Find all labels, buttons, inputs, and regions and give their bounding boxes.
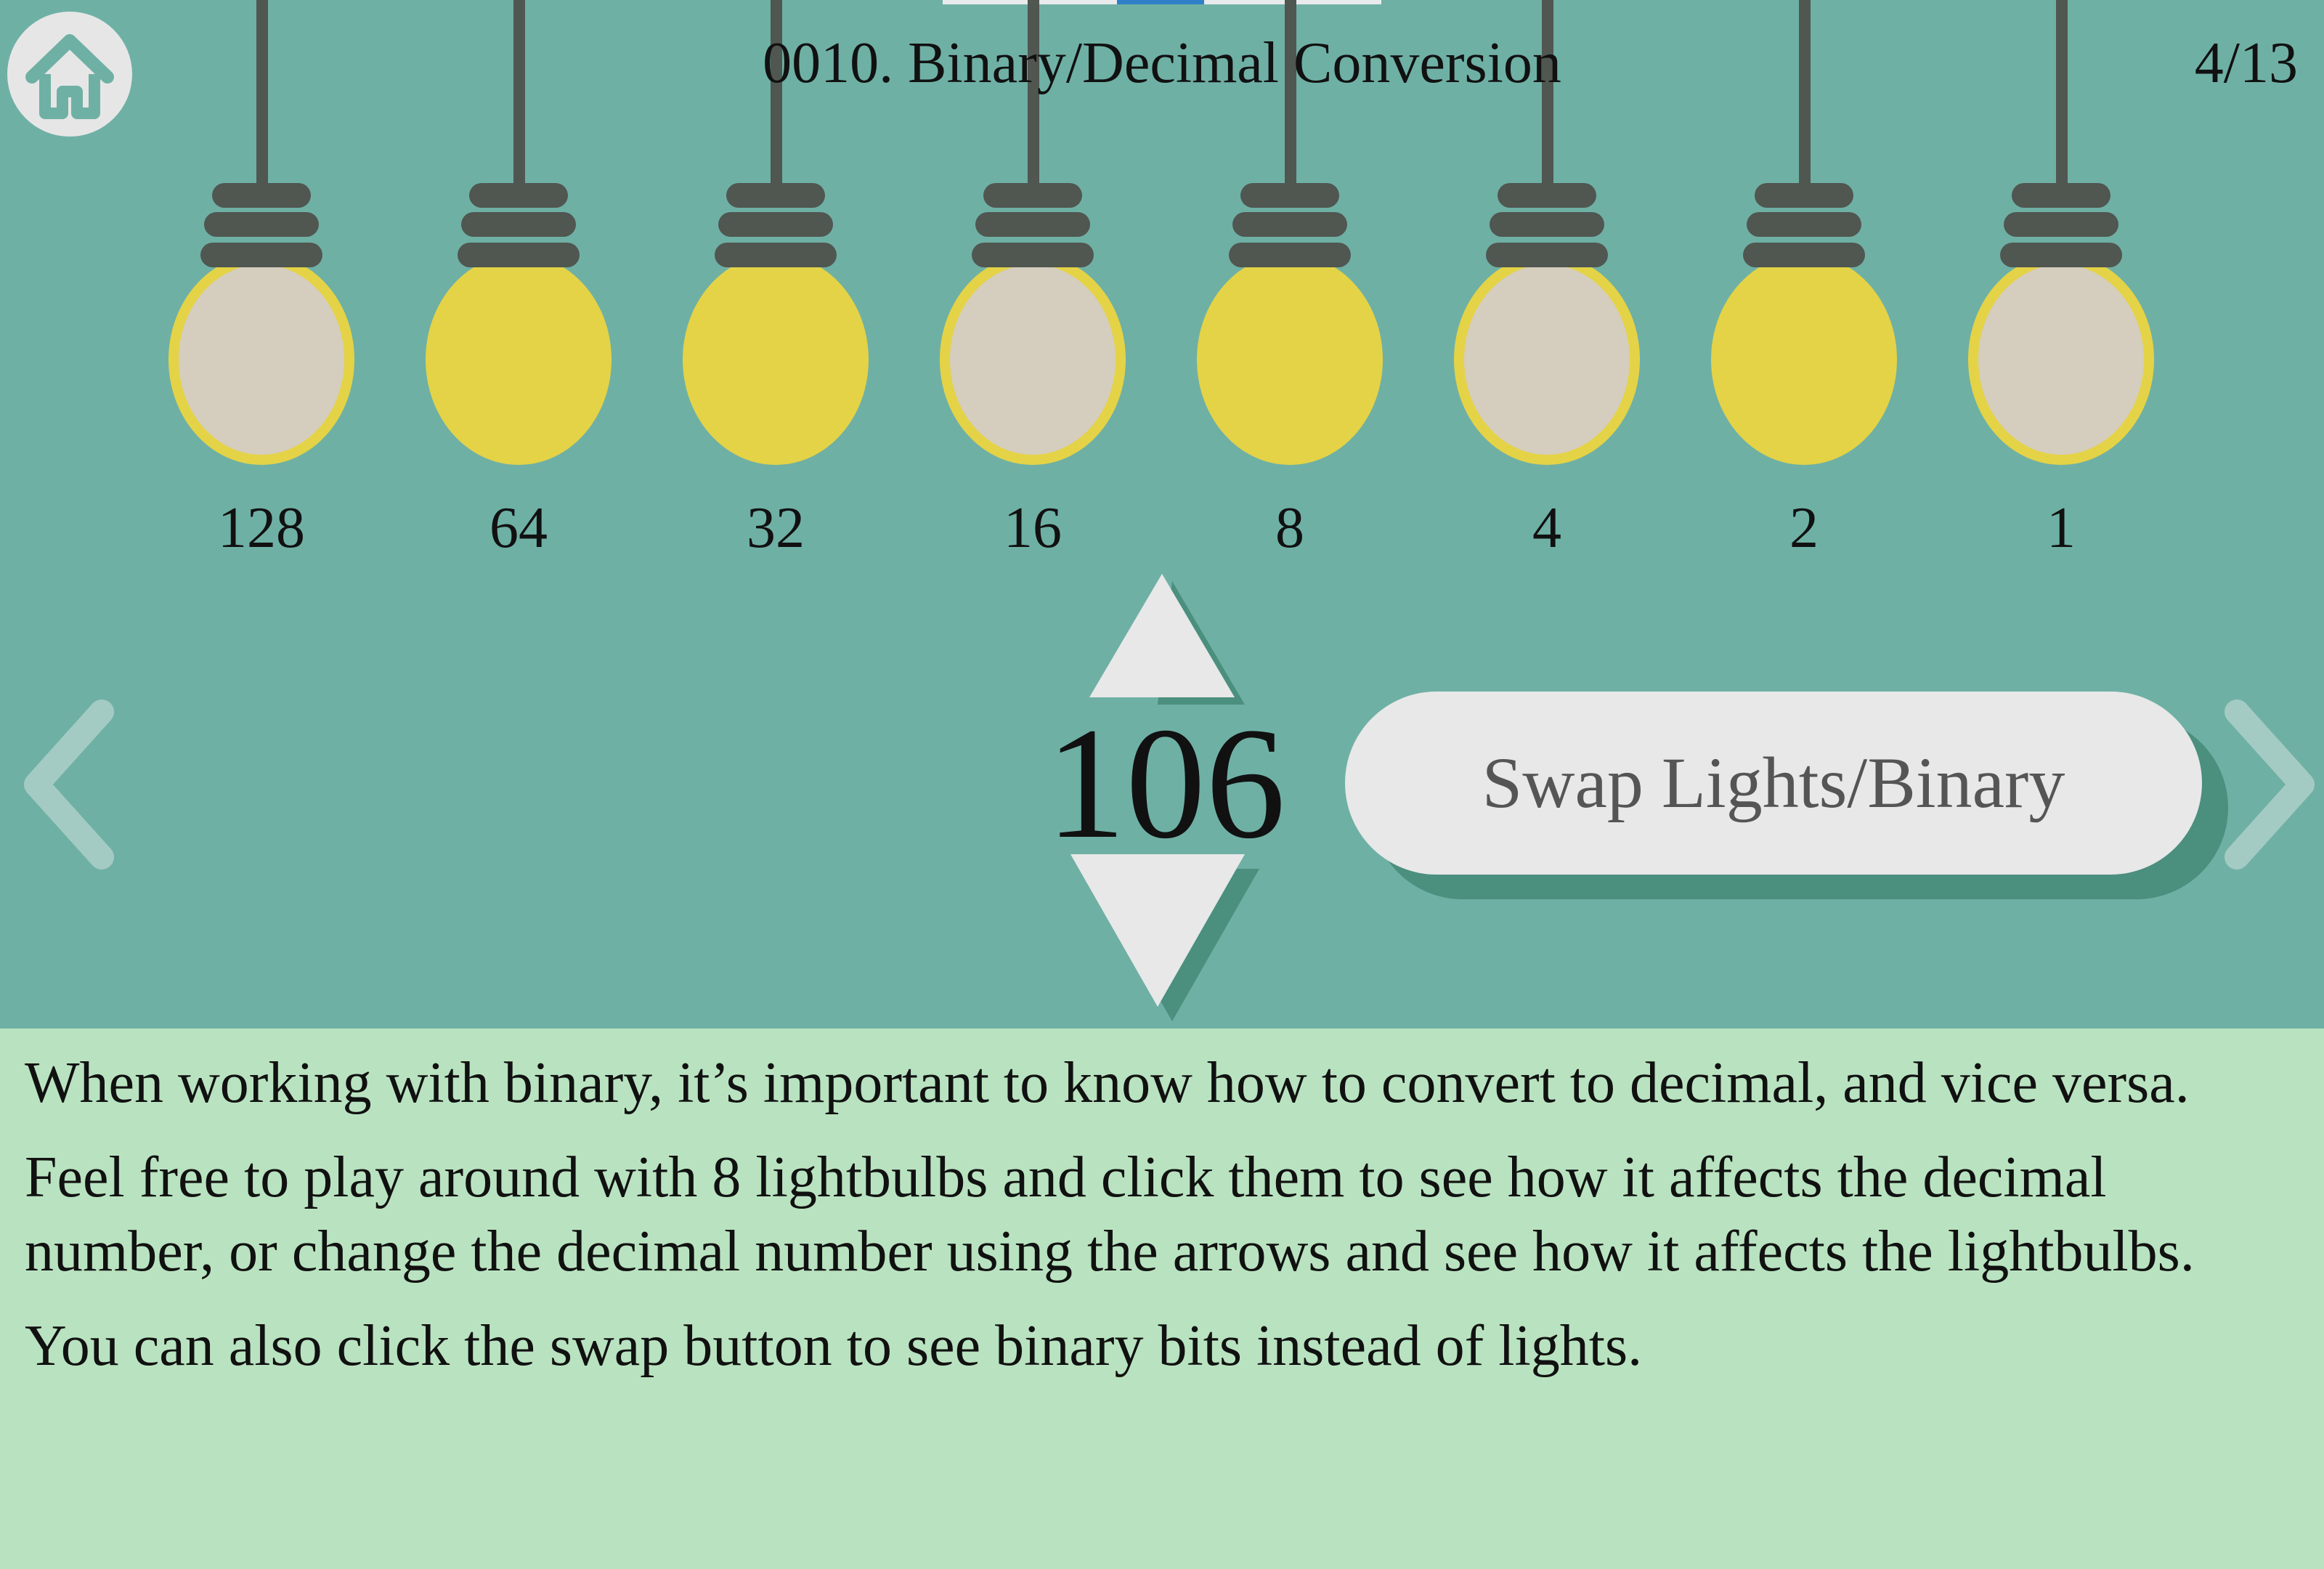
bulb-collar	[975, 212, 1090, 237]
description-paragraph-2: Feel free to play around with 8 lightbul…	[25, 1146, 2195, 1284]
bulb-collar	[1743, 243, 1865, 267]
bulb-value-label: 128	[218, 496, 305, 560]
bulb-collar	[726, 183, 825, 208]
bulb-collar	[461, 212, 576, 237]
bulb-collar	[469, 183, 568, 208]
bulb-collar	[1498, 183, 1596, 208]
bulb-collar	[1240, 183, 1339, 208]
bulb-glass[interactable]	[168, 254, 354, 465]
bulb-value-label: 16	[1004, 496, 1062, 560]
bulb-glass[interactable]	[1968, 254, 2154, 465]
triangle-down-icon[interactable]	[1068, 854, 1271, 1029]
bulb-collar	[204, 212, 319, 237]
bulb-glass[interactable]	[1711, 254, 1897, 465]
bulb-collar	[718, 212, 833, 237]
bulb-collar	[2000, 243, 2122, 267]
bulb-glass[interactable]	[1454, 254, 1640, 465]
bulb-collar	[715, 243, 837, 267]
stage: 128 64 32 16 8 4 2 1 0010. Binary/Decima…	[0, 0, 2324, 1029]
chevron-left-icon[interactable]	[7, 697, 123, 872]
bulb-value-label: 32	[747, 496, 805, 560]
bulb-collar	[1755, 183, 1853, 208]
bulb-collar	[200, 243, 322, 267]
description-panel: When working with binary, it’s important…	[0, 1029, 2324, 1569]
bulb-glass[interactable]	[1197, 254, 1383, 465]
bulb-collar	[983, 183, 1082, 208]
bulb-collar	[212, 183, 311, 208]
bulb-collar	[1229, 243, 1351, 267]
bulb-collar	[972, 243, 1094, 267]
bulb-value-label: 1	[2047, 496, 2076, 560]
bulb-collar	[1232, 212, 1347, 237]
chevron-right-icon[interactable]	[2208, 697, 2324, 872]
bulb-glass[interactable]	[426, 254, 612, 465]
bulb-value-label: 2	[1789, 496, 1819, 560]
bulb-value-label: 8	[1275, 496, 1304, 560]
bulb-collar	[1486, 243, 1608, 267]
bulb-collar	[2004, 212, 2118, 237]
page-title: 0010. Binary/Decimal Conversion	[763, 31, 1561, 95]
page-indicator: 4/13	[2194, 31, 2298, 95]
description-paragraph-1: When working with binary, it’s important…	[25, 1051, 2190, 1115]
swap-lights-binary-button[interactable]: Swap Lights/Binary	[1345, 692, 2202, 875]
swap-button-label: Swap Lights/Binary	[1482, 742, 2065, 823]
bulb-value-label: 4	[1532, 496, 1561, 560]
triangle-up-icon[interactable]	[1081, 574, 1255, 712]
bulb-collar	[1490, 212, 1604, 237]
decimal-value: 106	[1046, 694, 1285, 872]
bulb-glass[interactable]	[683, 254, 869, 465]
bulb-glass[interactable]	[940, 254, 1126, 465]
bulb-collar	[1747, 212, 1861, 237]
description-paragraph-3: You can also click the swap button to se…	[25, 1314, 1643, 1378]
bulb-collar	[458, 243, 580, 267]
bulb-collar	[2012, 183, 2110, 208]
bulb-value-label: 64	[489, 496, 548, 560]
